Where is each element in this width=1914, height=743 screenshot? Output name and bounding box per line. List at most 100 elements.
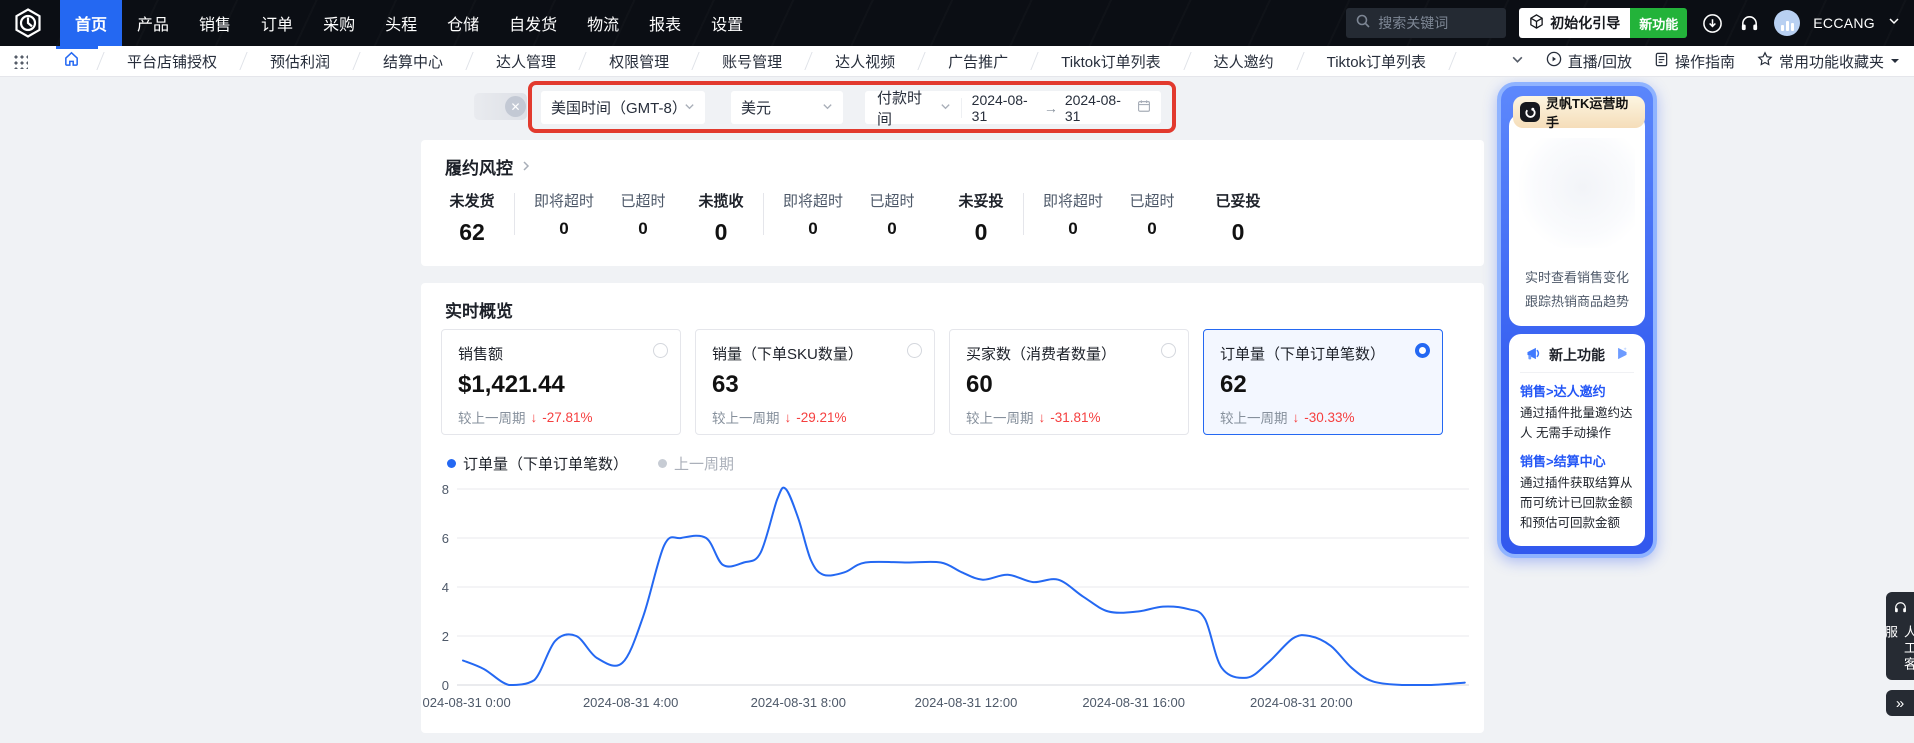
- tab-item[interactable]: 结算中心: [357, 46, 469, 76]
- active-tab-indicator: [56, 46, 98, 49]
- timezone-select[interactable]: 美国时间（GMT-8）: [541, 91, 705, 124]
- app-logo-icon[interactable]: [12, 7, 44, 39]
- tab-home[interactable]: [42, 46, 100, 76]
- headset-icon: [1893, 600, 1908, 620]
- tab-item[interactable]: 达人管理: [470, 46, 582, 76]
- tab-item[interactable]: 预估利润: [244, 46, 356, 76]
- chevron-right-icon: [520, 157, 532, 177]
- metric-label: 买家数（消费者数量）: [966, 343, 1172, 364]
- operation-guide-button[interactable]: 操作指南: [1654, 51, 1735, 72]
- calendar-icon: [1137, 99, 1151, 116]
- tab-item[interactable]: Tiktok订单列表: [1035, 46, 1186, 76]
- assistant-badge-label: 灵帆TK运营助手: [1546, 93, 1638, 131]
- x-tick-label: 2024-08-31 4:00: [583, 695, 678, 710]
- account-chevron-down-icon[interactable]: [1888, 14, 1900, 32]
- metric-radio-icon[interactable]: [907, 343, 922, 358]
- metric-radio-icon[interactable]: [1415, 343, 1430, 358]
- risk-card-title-row[interactable]: 履约风控: [445, 154, 532, 179]
- x-tick-label: 2024-08-31 8:00: [751, 695, 846, 710]
- cube-icon: [1529, 14, 1544, 32]
- topnav-menu-item[interactable]: 头程: [370, 0, 432, 46]
- risk-sub-stat: 即将超时0: [783, 190, 843, 239]
- metric-card[interactable]: 销售额$1,421.44较上一周期↓-27.81%: [441, 329, 681, 435]
- risk-sub-label: 已超时: [1130, 190, 1175, 211]
- risk-main-stat: 未发货62: [449, 190, 495, 246]
- topnav-menu-item[interactable]: 自发货: [494, 0, 572, 46]
- date-end-value: 2024-08-31: [1065, 92, 1130, 124]
- topnav-menu-item[interactable]: 仓储: [432, 0, 494, 46]
- risk-sub-label: 即将超时: [783, 190, 843, 211]
- headset-icon[interactable]: [1737, 11, 1761, 35]
- topnav-menu-item[interactable]: 报表: [634, 0, 696, 46]
- tab-item[interactable]: 平台店铺授权: [101, 46, 243, 76]
- live-replay-button[interactable]: 直播/回放: [1546, 51, 1632, 72]
- metric-compare: 较上一周期↓-31.81%: [966, 407, 1172, 427]
- metric-cards-row: 销售额$1,421.44较上一周期↓-27.81%销量（下单SKU数量）63较上…: [441, 329, 1443, 435]
- metric-card[interactable]: 买家数（消费者数量）60较上一周期↓-31.81%: [949, 329, 1189, 435]
- y-tick-label: 0: [442, 678, 449, 693]
- feature-link[interactable]: 销售>结算中心: [1520, 451, 1634, 470]
- apps-grid-icon[interactable]: [13, 54, 28, 69]
- compare-label: 较上一周期: [712, 407, 780, 427]
- tab-item[interactable]: 权限管理: [583, 46, 695, 76]
- feature-link[interactable]: 销售>达人邀约: [1520, 381, 1634, 400]
- document-icon: [1654, 52, 1669, 71]
- orders-line-chart[interactable]: 024682024-08-31 0:002024-08-31 4:002024-…: [423, 475, 1481, 719]
- currency-select[interactable]: 美元: [731, 91, 843, 124]
- risk-sub-value: 0: [1147, 219, 1156, 239]
- feature-desc: 通过插件批量邀约达人 无需手动操作: [1520, 403, 1634, 443]
- workspace-tab-bar: 平台店铺授权预估利润结算中心达人管理权限管理账号管理达人视频广告推广Tiktok…: [0, 46, 1914, 77]
- tab-item[interactable]: 达人视频: [809, 46, 921, 76]
- tab-item[interactable]: 达人邀约: [1188, 46, 1300, 76]
- risk-sub-label: 即将超时: [534, 190, 594, 211]
- compare-label: 较上一周期: [458, 407, 526, 427]
- orders-series-line: [463, 488, 1465, 685]
- metric-card[interactable]: 销量（下单SKU数量）63较上一周期↓-29.21%: [695, 329, 935, 435]
- topnav-menu-item[interactable]: 销售: [184, 0, 246, 46]
- x-tick-label: 2024-08-31 0:00: [423, 695, 511, 710]
- topnav-menu-item[interactable]: 物流: [572, 0, 634, 46]
- tabs-overflow-chevron-icon[interactable]: [1511, 53, 1524, 70]
- new-feature-badge[interactable]: 新功能: [1630, 8, 1687, 38]
- account-name[interactable]: ECCANG: [1813, 15, 1875, 31]
- topnav-menu-item[interactable]: 首页: [60, 0, 122, 46]
- megaphone-icon: [1526, 346, 1543, 364]
- user-avatar[interactable]: [1774, 10, 1800, 36]
- search-box[interactable]: [1346, 8, 1506, 38]
- assistant-promo-card[interactable]: 实时查看销售变化 跟踪热销商品趋势: [1509, 114, 1645, 326]
- risk-group: 未妥投0 即将超时0 已超时 0: [958, 190, 1175, 246]
- tab-item[interactable]: 账号管理: [696, 46, 808, 76]
- metric-radio-icon[interactable]: [653, 343, 668, 358]
- legend-item[interactable]: 订单量（下单订单笔数）: [447, 453, 628, 474]
- assistant-badge[interactable]: 灵帆TK运营助手: [1513, 96, 1645, 128]
- time-type-select[interactable]: 付款时间: [865, 87, 961, 129]
- risk-sub-stats: 即将超时0已超时0: [783, 190, 915, 239]
- live-replay-label: 直播/回放: [1568, 51, 1632, 72]
- topnav-menu-item[interactable]: 采购: [308, 0, 370, 46]
- tab-item[interactable]: Tiktok订单列表: [1301, 46, 1452, 76]
- risk-main-stat: 未妥投0: [958, 190, 1004, 246]
- risk-sub-stat: 已超时0: [620, 190, 666, 239]
- search-input[interactable]: [1378, 15, 1488, 31]
- metric-radio-icon[interactable]: [1161, 343, 1176, 358]
- tab-item[interactable]: 广告推广: [922, 46, 1034, 76]
- init-guide-button[interactable]: 初始化引导: [1519, 8, 1630, 38]
- new-features-card: 新上功能 销售>达人邀约通过插件批量邀约达人 无需手动操作销售>结算中心通过插件…: [1509, 334, 1645, 546]
- play-circle-icon: [1546, 51, 1562, 71]
- download-icon[interactable]: [1700, 11, 1724, 35]
- legend-item[interactable]: 上一周期: [658, 453, 734, 474]
- clear-store-icon[interactable]: ✕: [505, 96, 526, 117]
- risk-sub-stat: 即将超时0: [1043, 190, 1103, 239]
- topnav-menu-item[interactable]: 设置: [696, 0, 758, 46]
- date-range-picker[interactable]: 2024-08-31 → 2024-08-31: [962, 92, 1161, 124]
- favorites-button[interactable]: 常用功能收藏夹: [1757, 51, 1900, 72]
- time-type-value: 付款时间: [877, 87, 932, 129]
- customer-support-button[interactable]: 人工客服: [1886, 592, 1914, 680]
- favorites-label: 常用功能收藏夹: [1779, 51, 1884, 72]
- metric-card[interactable]: 订单量（下单订单笔数）62较上一周期↓-30.33%: [1203, 329, 1443, 435]
- topnav-menu-item[interactable]: 订单: [246, 0, 308, 46]
- collapse-panel-button[interactable]: »: [1886, 690, 1914, 716]
- topnav-menu-item[interactable]: 产品: [122, 0, 184, 46]
- legend-dot-icon: [658, 459, 667, 468]
- megaphone-sparkle-icon: [1611, 346, 1628, 364]
